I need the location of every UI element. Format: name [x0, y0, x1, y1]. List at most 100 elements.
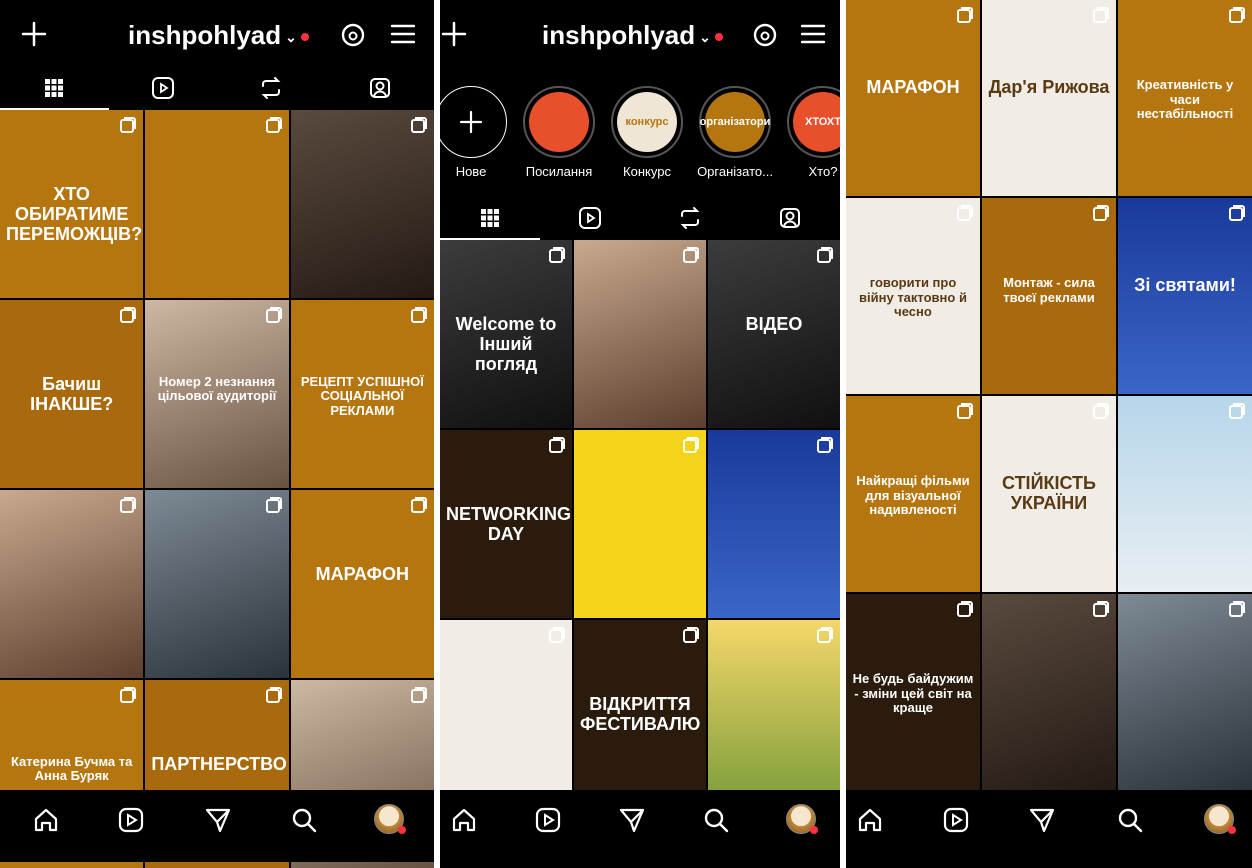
post-tile[interactable]: Не будь байдужим - зміни цей світ на кра… [846, 594, 980, 790]
post-caption: Креативність у часи нестабільності [1136, 77, 1234, 121]
top-bar: inshpohlyad ⌄ [440, 0, 840, 70]
grid-icon [45, 79, 64, 97]
grid-icon [481, 209, 499, 227]
carousel-icon [410, 496, 428, 514]
profile-tabs [440, 196, 840, 240]
carousel-icon [548, 626, 566, 644]
tab-grid[interactable] [440, 196, 540, 240]
post-caption: Welcome to Інший погляд [455, 314, 557, 374]
post-tile[interactable]: МАРАФОН [846, 0, 980, 196]
carousel-icon [119, 686, 137, 704]
tab-reels[interactable] [109, 66, 218, 110]
post-tile[interactable]: Найкращі фільми для візуальної надивлено… [846, 396, 980, 592]
post-tile[interactable]: Зі святами! [1118, 198, 1252, 394]
search-icon[interactable] [1116, 806, 1144, 834]
post-tile[interactable]: Welcome to Інший погляд [440, 240, 572, 428]
search-icon[interactable] [702, 806, 730, 834]
post-tile[interactable]: МАРАФОН [290, 490, 434, 678]
post-tile[interactable] [708, 620, 840, 808]
tab-grid[interactable] [0, 66, 109, 110]
reels-nav-icon[interactable] [534, 806, 562, 834]
post-tile[interactable]: Дар'я Рижова [982, 0, 1116, 196]
reels-nav-icon[interactable] [117, 806, 145, 834]
post-caption: Номер 2 незнання цільової аудиторії [157, 374, 277, 404]
post-tile[interactable]: РЕЦЕПТ УСПІШНОЇ СОЦІАЛЬНОЇ РЕКЛАМИ [290, 300, 434, 488]
story-highlight[interactable]: Посилання [516, 86, 602, 179]
home-icon[interactable] [450, 806, 478, 834]
avatar-notification-dot [1228, 826, 1236, 834]
highlight-cover: організатори [700, 92, 770, 152]
post-caption: NETWORKING DAY [446, 504, 571, 544]
post-tile[interactable] [0, 490, 144, 678]
new-highlight-button[interactable]: Нове [440, 86, 514, 179]
home-icon[interactable] [32, 806, 60, 834]
carousel-icon [410, 116, 428, 134]
reels-icon [151, 77, 174, 99]
post-caption: говорити про війну тактовно й чесно [859, 275, 967, 319]
story-highlight[interactable]: організатори Організато... [692, 86, 778, 179]
tagged-user-icon [369, 78, 390, 98]
tab-reposts[interactable] [217, 66, 326, 110]
post-tile[interactable] [574, 430, 706, 618]
search-icon[interactable] [290, 806, 318, 834]
username-switcher[interactable]: inshpohlyad ⌄ [128, 20, 309, 51]
carousel-icon [816, 436, 834, 454]
post-tile[interactable] [290, 110, 434, 298]
post-tile[interactable]: Креативність у часи нестабільності [1118, 0, 1252, 196]
post-caption: Не будь байдужим - зміни цей світ на кра… [852, 671, 974, 715]
post-tile[interactable]: Бачиш ІНАКШЕ? [0, 300, 144, 488]
tab-tagged[interactable] [326, 66, 435, 110]
plus-icon[interactable] [20, 20, 48, 48]
carousel-icon [816, 246, 834, 264]
post-tile[interactable] [145, 490, 289, 678]
post-caption: Дар'я Рижова [988, 77, 1110, 98]
post-tile[interactable] [1118, 396, 1252, 592]
messages-icon[interactable] [1028, 806, 1056, 834]
post-tile[interactable]: Монтаж - сила твоєї реклами [982, 198, 1116, 394]
tab-reposts[interactable] [640, 196, 740, 240]
carousel-icon [956, 6, 974, 24]
post-tile[interactable] [440, 620, 572, 808]
plus-icon[interactable] [440, 20, 468, 48]
threads-icon[interactable] [340, 22, 366, 48]
hamburger-menu-icon[interactable] [390, 22, 416, 46]
post-tile[interactable] [574, 240, 706, 428]
post-tile[interactable]: СТІЙКІСТЬ УКРАЇНИ [982, 396, 1116, 592]
post-tile[interactable]: говорити про війну тактовно й чесно [846, 198, 980, 394]
avatar-notification-dot [398, 826, 406, 834]
reels-nav-icon[interactable] [942, 806, 970, 834]
messages-icon[interactable] [618, 806, 646, 834]
story-highlight[interactable]: ХТОХТ Хто? [780, 86, 840, 179]
post-tile[interactable] [145, 110, 289, 298]
post-tile[interactable]: NETWORKING DAY [440, 430, 572, 618]
carousel-icon [119, 496, 137, 514]
post-tile[interactable]: Номер 2 незнання цільової аудиторії [145, 300, 289, 488]
repost-icon [680, 207, 700, 229]
messages-icon[interactable] [204, 806, 232, 834]
highlight-label: Посилання [525, 164, 593, 179]
carousel-icon [265, 686, 283, 704]
post-tile[interactable] [1118, 594, 1252, 790]
home-icon[interactable] [856, 806, 884, 834]
post-tile[interactable]: ВІДЕО [708, 240, 840, 428]
post-tile[interactable] [708, 430, 840, 618]
carousel-icon [682, 436, 700, 454]
post-caption: Найкращі фільми для візуальної надивлено… [856, 473, 970, 517]
tab-reels[interactable] [540, 196, 640, 240]
post-tile[interactable]: ВІДКРИТТЯ ФЕСТИВАЛЮ [574, 620, 706, 808]
highlight-cover: конкурс [617, 92, 677, 152]
bottom-nav [846, 790, 1252, 862]
post-tile[interactable]: ХТО ОБИРАТИМЕ ПЕРЕМОЖЦІВ? [0, 110, 144, 298]
posts-grid: МАРАФОН Дар'я Рижова Креативність у часи н… [846, 0, 1252, 790]
post-tile[interactable] [982, 594, 1116, 790]
post-caption: Бачиш ІНАКШЕ? [30, 374, 114, 414]
profile-tabs [0, 66, 434, 110]
post-caption: Монтаж - сила твоєї реклами [1003, 275, 1095, 305]
notification-dot [300, 33, 309, 42]
hamburger-menu-icon[interactable] [800, 22, 826, 46]
story-highlight[interactable]: конкурс Конкурс [604, 86, 690, 179]
carousel-icon [1228, 600, 1246, 618]
tab-tagged[interactable] [740, 196, 840, 240]
threads-icon[interactable] [752, 22, 778, 48]
username-switcher[interactable]: inshpohlyad ⌄ [542, 20, 723, 51]
